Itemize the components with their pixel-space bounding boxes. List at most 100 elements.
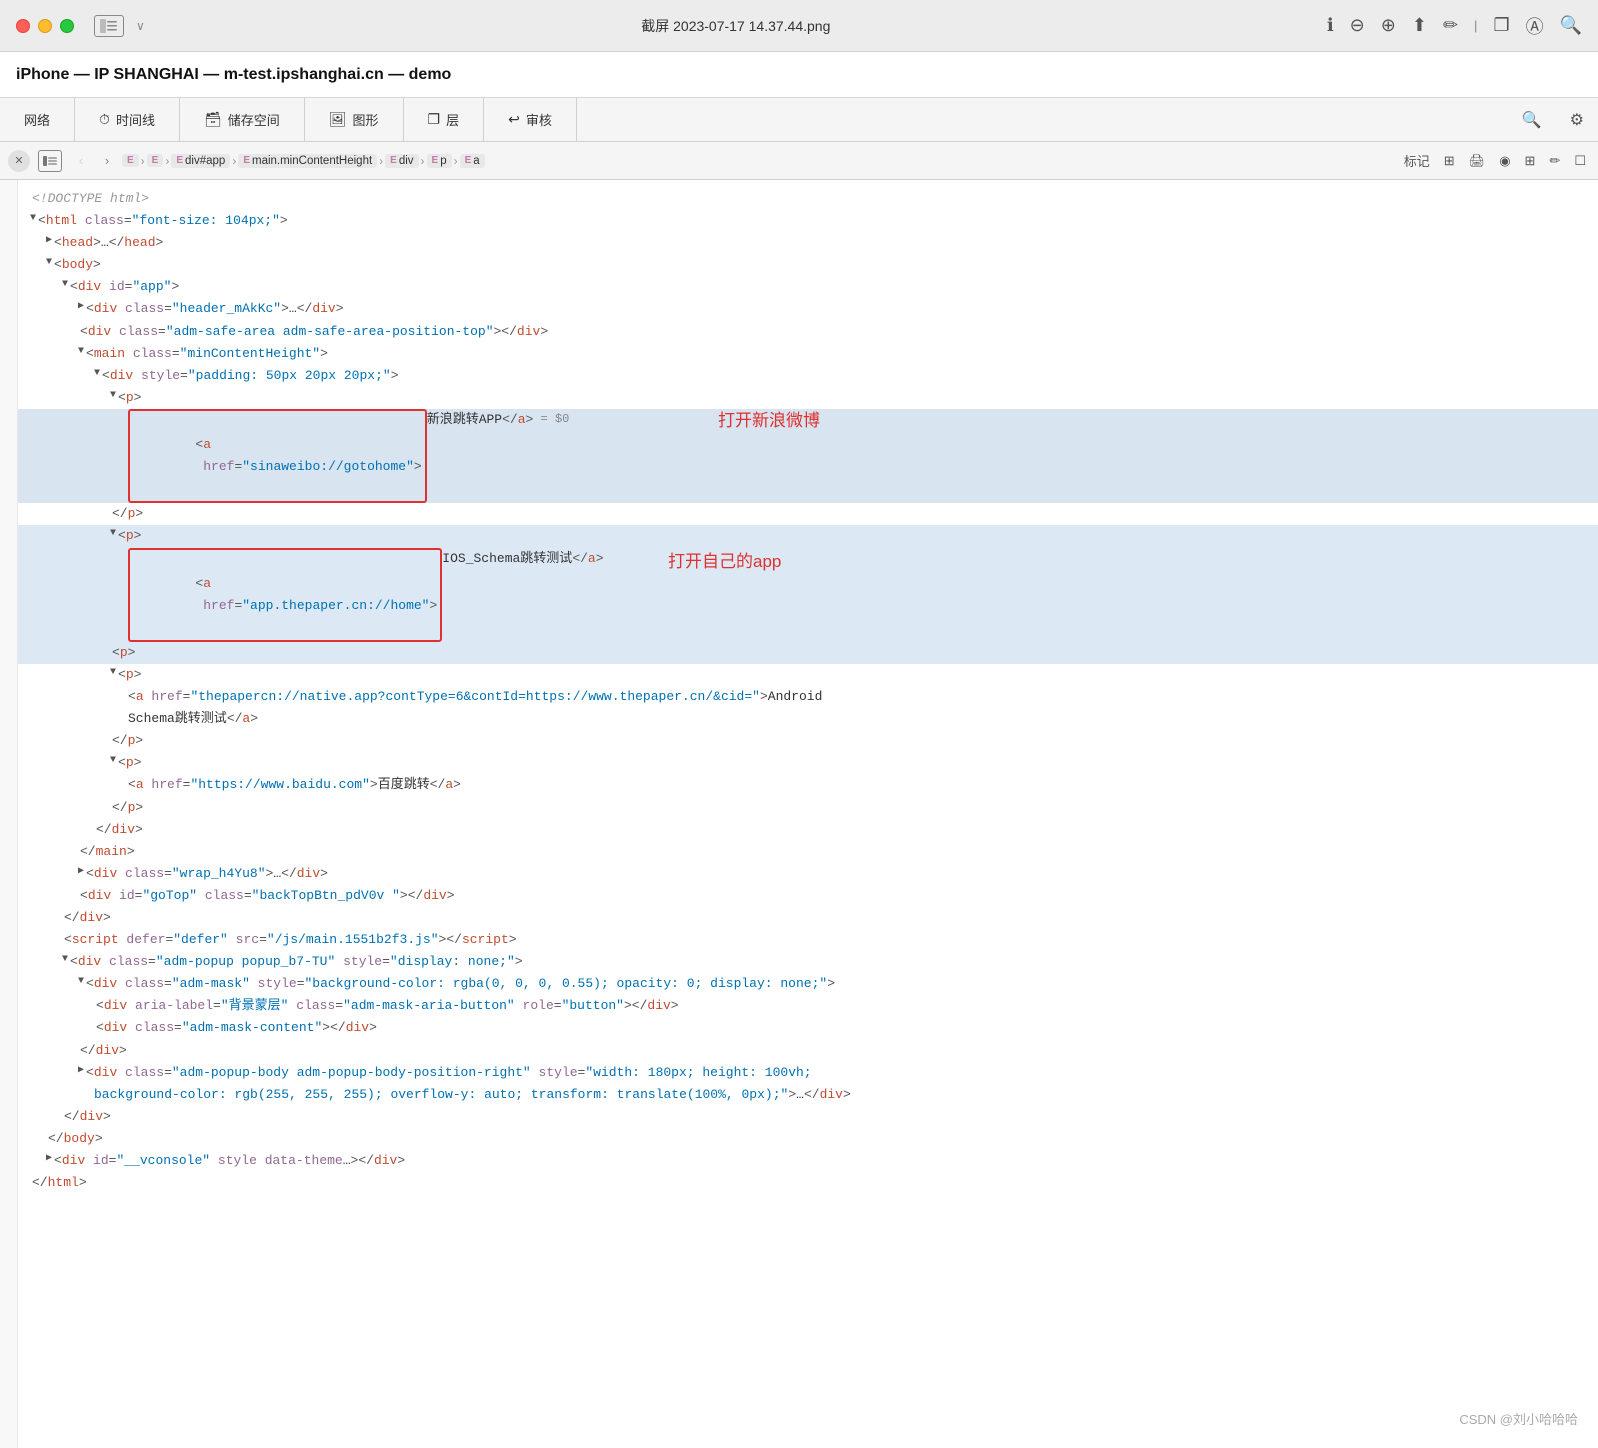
print-icon[interactable]: 🖨 — [1465, 151, 1490, 171]
audit-icon: ↩ — [508, 111, 520, 128]
breadcrumb-main-label: main.minContentHeight — [252, 155, 372, 167]
code-line-main[interactable]: <main class="minContentHeight"> — [18, 343, 1598, 365]
grid-icon[interactable]: ⊞ — [1440, 151, 1459, 171]
triangle-html[interactable] — [30, 210, 36, 227]
code-line-adm-popup-body[interactable]: <div class="adm-popup-body adm-popup-bod… — [18, 1062, 1598, 1084]
attr-class: class — [77, 210, 124, 232]
breadcrumb-div-app[interactable]: E div#app — [171, 154, 230, 168]
triangle-p2[interactable] — [110, 525, 116, 542]
breadcrumb-sep6: › — [454, 154, 458, 168]
code-line-a-android[interactable]: <a href="thepapercn://native.app?contTyp… — [18, 686, 1598, 708]
triangle-admpopup[interactable] — [62, 951, 68, 968]
code-line-adm-mask[interactable]: <div class="adm-mask" style="background-… — [18, 973, 1598, 995]
accessibility-icon[interactable]: Ⓐ — [1526, 13, 1544, 39]
code-line-body-close: </body> — [18, 1128, 1598, 1150]
punct-html-open: < — [38, 210, 46, 232]
tab-graphics[interactable]: 🖼 图形 — [305, 98, 404, 142]
code-line-a-thepaper[interactable]: <a href="app.thepaper.cn://home"> IOS_Sc… — [18, 548, 1598, 642]
triangle-vconsole[interactable] — [46, 1150, 52, 1167]
triangle-header[interactable] — [78, 298, 84, 315]
settings-button[interactable]: ⚙ — [1556, 98, 1598, 142]
info-icon[interactable]: ℹ — [1327, 15, 1334, 36]
elem-icon3: E — [176, 155, 183, 166]
breadcrumb-sep3: › — [232, 154, 236, 168]
edit-icon[interactable]: ✏ — [1443, 15, 1458, 36]
breadcrumb-elem2[interactable]: E — [147, 154, 164, 167]
tab-layers[interactable]: ❐ 层 — [404, 98, 485, 142]
sidebar-toggle[interactable] — [94, 15, 124, 37]
code-line-body[interactable]: <body> — [18, 254, 1598, 276]
triangle-popup-body[interactable] — [78, 1062, 84, 1079]
inspector-close-button[interactable]: ✕ — [8, 150, 30, 172]
title-bar-actions: ℹ ⊖ ⊕ ⬆ ✏ | ❐ Ⓐ 🔍 — [1327, 13, 1582, 39]
tab-audit[interactable]: ↩ 审核 — [484, 98, 577, 142]
triangle-head[interactable] — [46, 232, 52, 249]
close-button[interactable] — [16, 19, 30, 33]
code-line-a-sinaweibo[interactable]: <a href="sinaweibo://gotohome"> 新浪跳转APP<… — [18, 409, 1598, 503]
layout-icon[interactable]: ⊞ — [1521, 151, 1540, 171]
tab-storage[interactable]: 🗃 储存空间 — [180, 98, 305, 142]
code-line-div-padding[interactable]: <div style="padding: 50px 20px 20px;"> — [18, 365, 1598, 387]
minimize-button[interactable] — [38, 19, 52, 33]
nav-forward-button[interactable]: › — [96, 150, 118, 172]
code-line-p1[interactable]: <p> — [18, 387, 1598, 409]
breadcrumb-main[interactable]: E main.minContentHeight — [238, 154, 377, 168]
code-line-p4[interactable]: <p> — [18, 752, 1598, 774]
triangle-admmask[interactable] — [78, 973, 84, 990]
triangle-p3[interactable] — [110, 664, 116, 681]
code-panel[interactable]: <!DOCTYPE html> <html class="font-size: … — [18, 180, 1598, 1448]
code-line-main-close: </main> — [18, 841, 1598, 863]
fullscreen-button[interactable] — [60, 19, 74, 33]
triangle-body[interactable] — [46, 254, 52, 271]
search-icon[interactable]: 🔍 — [1560, 15, 1582, 36]
breadcrumb-sep1: › — [141, 154, 145, 168]
code-line-html[interactable]: <html class="font-size: 104px;"> — [18, 210, 1598, 232]
breadcrumb-sep2: › — [165, 154, 169, 168]
window-icon[interactable]: ❐ — [1493, 15, 1509, 36]
code-line-div-app[interactable]: <div id="app"> — [18, 276, 1598, 298]
elem-icon5: E — [390, 155, 397, 166]
code-line-vconsole[interactable]: <div id="__vconsole" style data-theme…><… — [18, 1150, 1598, 1172]
breadcrumb-sep5: › — [421, 154, 425, 168]
code-line-p4-close: </p> — [18, 797, 1598, 819]
code-line-header[interactable]: <div class="header_mAkKc">…</div> — [18, 298, 1598, 320]
triangle-wrap[interactable] — [78, 863, 84, 880]
thepaper-link-box[interactable]: <a href="app.thepaper.cn://home"> — [128, 548, 442, 642]
breadcrumb-p[interactable]: E p — [427, 154, 452, 168]
target-icon[interactable]: ◉ — [1495, 151, 1514, 171]
tab-network[interactable]: 网络 — [0, 98, 75, 142]
triangle-div-app[interactable] — [62, 276, 68, 293]
code-line-div-close: </div> — [18, 819, 1598, 841]
sinaweibo-link-box[interactable]: <a href="sinaweibo://gotohome"> — [128, 409, 427, 503]
code-line-p3[interactable]: <p> — [18, 664, 1598, 686]
pencil-icon[interactable]: ✏ — [1545, 151, 1564, 171]
code-line-wrap[interactable]: <div class="wrap_h4Yu8">…</div> — [18, 863, 1598, 885]
breadcrumb-a[interactable]: E a — [460, 154, 485, 168]
chevron-down-icon[interactable]: ∨ — [136, 19, 145, 33]
code-line-p2-close: <p> — [18, 642, 1598, 664]
triangle-p1[interactable] — [110, 387, 116, 404]
triangle-main[interactable] — [78, 343, 84, 360]
zoom-in-icon[interactable]: ⊕ — [1381, 15, 1396, 36]
elem-icon7: E — [465, 155, 472, 166]
nav-back-button[interactable]: ‹ — [70, 150, 92, 172]
annotation-thepaper: 打开自己的app — [668, 548, 781, 577]
tab-timeline[interactable]: ⏱ 时间线 — [75, 98, 180, 142]
code-line-head[interactable]: <head>…</head> — [18, 232, 1598, 254]
breadcrumb-elem1[interactable]: E — [122, 154, 139, 167]
mark-button[interactable]: 标记 — [1400, 149, 1434, 172]
search-button[interactable]: 🔍 — [1508, 98, 1556, 142]
share-icon[interactable]: ⬆ — [1412, 15, 1427, 36]
watermark: CSDN @刘小哈哈哈 — [1459, 1409, 1578, 1428]
triangle-padding[interactable] — [94, 365, 100, 382]
code-line-p1-close: </p> — [18, 503, 1598, 525]
sidebar-gutter — [0, 180, 18, 1448]
breadcrumb-div[interactable]: E div — [385, 154, 418, 168]
code-line-a-baidu[interactable]: <a href="https://www.baidu.com">百度跳转</a> — [18, 774, 1598, 796]
zoom-out-icon[interactable]: ⊖ — [1350, 15, 1365, 36]
dom-inspector-icon[interactable] — [38, 150, 62, 172]
triangle-p4[interactable] — [110, 752, 116, 769]
panel-icon[interactable]: ☐ — [1570, 151, 1590, 171]
code-line-adm-popup[interactable]: <div class="adm-popup popup_b7-TU" style… — [18, 951, 1598, 973]
code-line-p2[interactable]: <p> — [18, 525, 1598, 547]
